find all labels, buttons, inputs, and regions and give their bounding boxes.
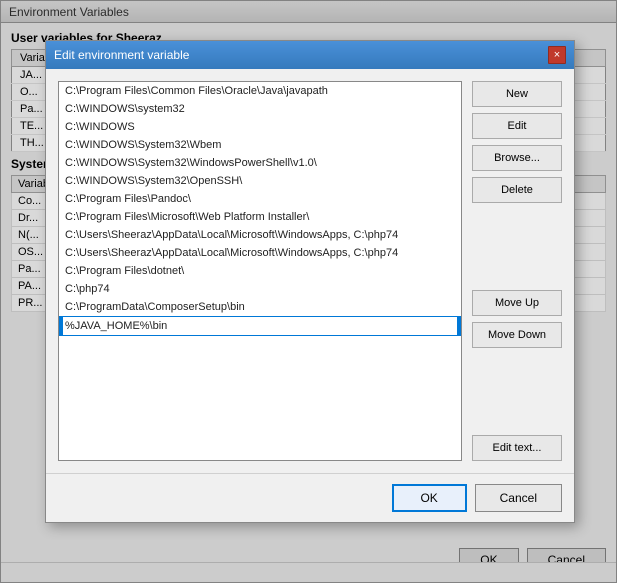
list-item[interactable]: C:\Users\Sheeraz\AppData\Local\Microsoft… [59, 244, 461, 262]
modal-title-bar: Edit environment variable × [46, 41, 574, 69]
list-item[interactable]: C:\Program Files\Common Files\Oracle\Jav… [59, 82, 461, 100]
list-item[interactable]: C:\WINDOWS\System32\WindowsPowerShell\v1… [59, 154, 461, 172]
list-item[interactable]: C:\php74 [59, 280, 461, 298]
modal-title: Edit environment variable [54, 48, 189, 62]
move-up-button[interactable]: Move Up [472, 290, 562, 316]
new-button[interactable]: New [472, 81, 562, 107]
editing-input[interactable] [63, 317, 457, 335]
list-item[interactable]: C:\WINDOWS [59, 118, 461, 136]
list-item[interactable] [59, 316, 461, 336]
modal-footer: OK Cancel [46, 473, 574, 522]
edit-button[interactable]: Edit [472, 113, 562, 139]
list-item[interactable]: C:\Users\Sheeraz\AppData\Local\Microsoft… [59, 226, 461, 244]
list-item[interactable]: C:\Program Files\dotnet\ [59, 262, 461, 280]
env-variables-list[interactable]: C:\Program Files\Common Files\Oracle\Jav… [58, 81, 462, 461]
browse-button[interactable]: Browse... [472, 145, 562, 171]
delete-button[interactable]: Delete [472, 177, 562, 203]
list-item[interactable]: C:\ProgramData\ComposerSetup\bin [59, 298, 461, 316]
modal-body: C:\Program Files\Common Files\Oracle\Jav… [46, 69, 574, 473]
action-buttons-panel: New Edit Browse... Delete Move Up Move D… [472, 81, 562, 461]
list-item[interactable]: C:\Program Files\Pandoc\ [59, 190, 461, 208]
modal-close-button[interactable]: × [548, 46, 566, 64]
list-item[interactable]: C:\Program Files\Microsoft\Web Platform … [59, 208, 461, 226]
ok-button[interactable]: OK [392, 484, 467, 512]
move-down-button[interactable]: Move Down [472, 322, 562, 348]
list-item[interactable]: C:\WINDOWS\System32\OpenSSH\ [59, 172, 461, 190]
cancel-button[interactable]: Cancel [475, 484, 562, 512]
list-item[interactable]: C:\WINDOWS\System32\Wbem [59, 136, 461, 154]
edit-env-variable-dialog: Edit environment variable × C:\Program F… [45, 40, 575, 523]
edit-text-button[interactable]: Edit text... [472, 435, 562, 461]
list-item[interactable]: C:\WINDOWS\system32 [59, 100, 461, 118]
